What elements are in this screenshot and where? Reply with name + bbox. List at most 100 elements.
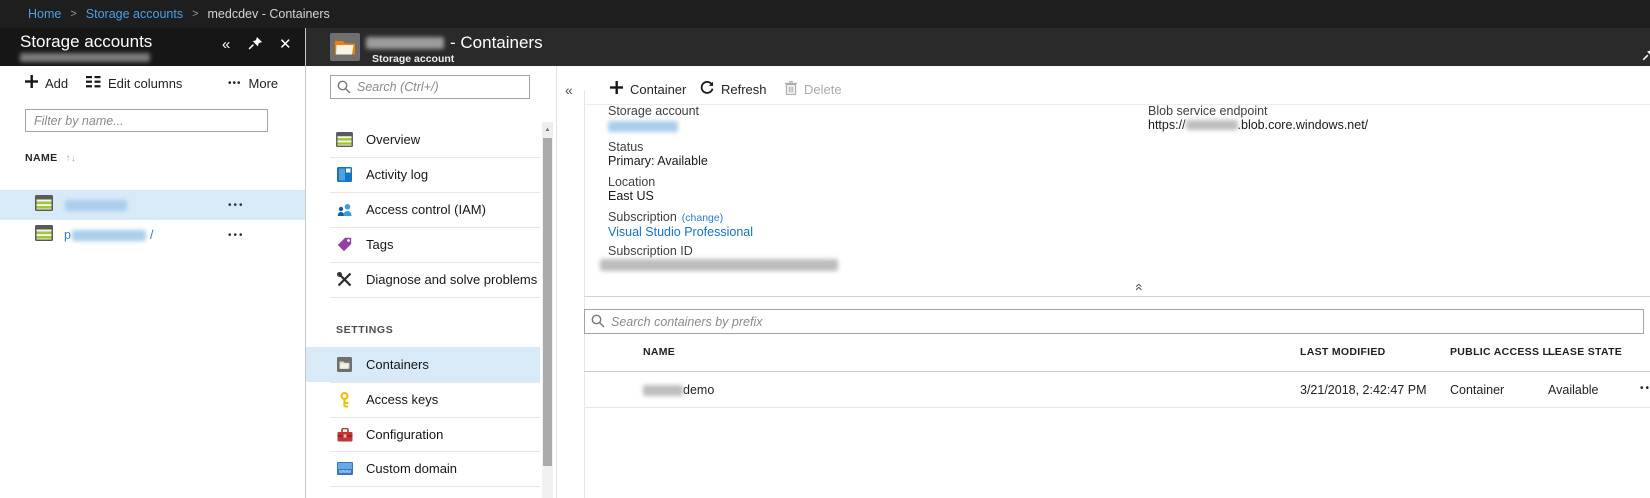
menu-search-input[interactable] — [330, 75, 530, 99]
breadcrumb-storage-accounts-link[interactable]: Storage accounts — [86, 7, 183, 21]
toolbar-divider — [584, 104, 1650, 105]
blade-subtitle: Storage account — [372, 53, 455, 65]
row-context-menu[interactable]: ••• — [228, 200, 245, 211]
menu-item-overview[interactable]: Overview — [306, 122, 540, 157]
plus-icon — [25, 75, 38, 91]
collapse-menu-icon[interactable]: « — [565, 82, 573, 98]
menu-item-tags[interactable]: Tags — [306, 227, 540, 262]
status-value: Primary: Available — [608, 154, 708, 168]
menu-item-configuration[interactable]: Configuration — [306, 417, 540, 452]
containers-icon — [336, 357, 353, 372]
menu-item-label: Configuration — [366, 427, 444, 442]
svg-text:www: www — [338, 469, 351, 475]
breadcrumb-separator: > — [192, 8, 199, 20]
tags-icon — [336, 237, 353, 252]
blob-url-suffix: .blob.core.windows.net/ — [1237, 118, 1369, 132]
storage-account-row-2[interactable]: p / ••• — [0, 220, 306, 250]
status-label: Status — [608, 140, 644, 154]
menu-item-activity-log[interactable]: Activity log — [306, 157, 540, 192]
blob-url-prefix: https:// — [1148, 118, 1186, 132]
more-button[interactable]: ••• More — [228, 66, 278, 100]
add-container-button[interactable]: Container — [610, 78, 686, 100]
col-header-last-modified[interactable]: LAST MODIFIED — [1300, 346, 1386, 358]
pin-icon[interactable] — [248, 36, 263, 54]
storage-account-row-1[interactable]: ••• — [0, 190, 306, 220]
trash-icon — [785, 80, 797, 98]
blade-menu-panel: Overview Activity log Access control (IA… — [306, 66, 557, 498]
edit-columns-label: Edit columns — [108, 75, 183, 91]
subscription-link[interactable]: Visual Studio Professional — [608, 225, 753, 239]
pin-icon[interactable] — [1642, 46, 1650, 67]
breadcrumb-separator: > — [70, 8, 77, 20]
menu-item-label: Custom domain — [366, 461, 458, 476]
blade-title: - Containers — [366, 33, 543, 53]
menu-item-access-keys[interactable]: Access keys — [306, 382, 540, 417]
panel-divider — [556, 66, 557, 498]
content-left-border — [584, 90, 585, 498]
container-name-suffix: demo — [683, 383, 715, 397]
menu-divider — [330, 486, 540, 487]
col-header-public-access[interactable]: PUBLIC ACCESS L... — [1450, 346, 1559, 358]
collapse-blade-icon[interactable]: « — [222, 37, 230, 52]
close-blade-icon[interactable]: ✕ — [279, 37, 292, 52]
public-access-cell: Container — [1450, 383, 1505, 397]
filter-field-wrap — [25, 109, 268, 132]
plus-icon — [610, 81, 623, 97]
menu-item-containers[interactable]: Containers — [306, 347, 540, 382]
blade-title-suffix: - Containers — [450, 33, 543, 52]
breadcrumb: Home > Storage accounts > medcdev - Cont… — [0, 0, 1650, 28]
container-search-input[interactable] — [584, 309, 1644, 334]
azure-portal: Home > Storage accounts > medcdev - Cont… — [0, 0, 1650, 498]
row-context-menu[interactable]: ••• — [228, 230, 245, 241]
lease-state-cell: Available — [1548, 383, 1599, 397]
account-name-suffix: / — [150, 228, 154, 242]
location-label: Location — [608, 175, 656, 189]
edit-columns-icon — [86, 75, 101, 91]
container-name-redacted — [643, 384, 683, 396]
delete-button[interactable]: Delete — [785, 78, 842, 100]
name-column-header[interactable]: NAME ↑↓ — [25, 152, 76, 164]
diagnose-tools-icon — [336, 272, 353, 287]
menu-scrollbar[interactable]: ▲ — [542, 122, 553, 498]
add-container-label: Container — [630, 81, 687, 97]
scroll-up-arrow[interactable]: ▲ — [542, 122, 553, 137]
access-control-icon — [336, 203, 353, 217]
storage-account-icon — [35, 224, 53, 246]
menu-item-label: Access keys — [366, 392, 439, 407]
filter-by-name-input[interactable] — [25, 109, 268, 132]
essentials-divider — [584, 296, 1650, 297]
container-name-cell: demo — [643, 383, 714, 397]
blob-url-redacted — [1185, 120, 1238, 130]
sort-icon: ↑↓ — [65, 152, 77, 164]
collapse-essentials-icon[interactable]: « — [1132, 283, 1148, 291]
breadcrumb-current: medcdev - Containers — [207, 7, 330, 21]
breadcrumb-home-link[interactable]: Home — [28, 7, 61, 21]
refresh-label: Refresh — [721, 81, 767, 97]
add-button[interactable]: Add — [25, 66, 68, 100]
name-column-label: NAME — [25, 152, 58, 164]
menu-item-label: Overview — [366, 132, 421, 147]
col-header-lease-state[interactable]: LEASE STATE — [1548, 346, 1622, 358]
location-value: East US — [608, 189, 654, 203]
activity-log-icon — [336, 167, 353, 182]
menu-item-label: Access control (IAM) — [366, 202, 486, 217]
menu-item-label: Containers — [366, 357, 429, 372]
key-icon — [336, 391, 353, 408]
scrollbar-thumb[interactable] — [543, 138, 552, 466]
col-header-name[interactable]: NAME — [643, 346, 675, 358]
subscription-id-label: Subscription ID — [608, 244, 693, 258]
subscription-change-link[interactable]: (change) — [682, 212, 723, 224]
subscription-row: Subscription (change) — [608, 210, 723, 224]
menu-item-custom-domain[interactable]: www Custom domain — [306, 451, 540, 486]
refresh-button[interactable]: Refresh — [700, 78, 767, 100]
menu-search-wrap — [330, 75, 530, 99]
row-context-menu[interactable]: ••• — [1640, 383, 1650, 394]
menu-item-diagnose[interactable]: Diagnose and solve problems — [306, 262, 540, 297]
edit-columns-button[interactable]: Edit columns — [86, 66, 182, 100]
menu-item-access-control[interactable]: Access control (IAM) — [306, 192, 540, 227]
left-panel-toolbar: Add Edit columns ••• More — [0, 66, 306, 100]
storage-accounts-blade-header: Storage accounts « ✕ — [0, 28, 306, 66]
delete-label: Delete — [804, 81, 842, 97]
containers-blade-header: - Containers Storage account — [306, 28, 1650, 66]
blob-endpoint-label: Blob service endpoint — [1148, 104, 1268, 118]
